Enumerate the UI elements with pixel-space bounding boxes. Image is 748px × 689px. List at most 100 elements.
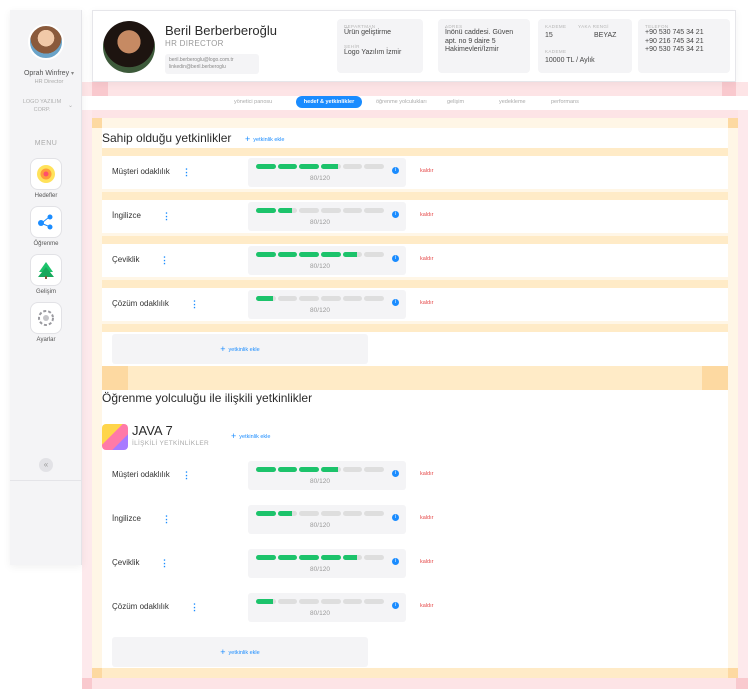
sidebar-item-ayarlar[interactable]: Ayarlar: [28, 302, 64, 343]
sidebar-item-ogrenme[interactable]: Öğrenme: [28, 206, 64, 247]
progress-segment: [364, 296, 385, 301]
competency-row: Çeviklik ⋮ 80/120 i kaldır: [102, 547, 728, 580]
tab-yedekleme[interactable]: yedekleme: [499, 99, 526, 105]
info-icon[interactable]: i: [392, 211, 399, 218]
progress-score: 80/120: [310, 263, 330, 270]
kebab-icon[interactable]: ⋮: [162, 210, 171, 222]
progress-score: 80/120: [310, 522, 330, 529]
sidebar-item-label: Hedefler: [34, 193, 58, 199]
progress-segment: [364, 599, 385, 604]
kebab-icon[interactable]: ⋮: [182, 469, 191, 481]
progress-segment: [256, 208, 276, 213]
phone-3[interactable]: +90 530 745 34 21: [645, 46, 723, 55]
competency-name: İngilizce: [112, 211, 141, 220]
collar-value: BEYAZ: [594, 32, 617, 39]
remove-link[interactable]: kaldır: [420, 603, 433, 609]
info-icon[interactable]: i: [392, 255, 399, 262]
progress-segment: [256, 599, 276, 604]
add-competency-label: yetkinlik ekle: [228, 347, 260, 353]
progress-segment: [299, 208, 320, 213]
kebab-icon[interactable]: ⋮: [182, 166, 191, 178]
sidebar-item-gelisim[interactable]: Gelişim: [28, 254, 64, 295]
tab-ogrenme-yolculuklari[interactable]: öğrenme yolculukları: [376, 99, 427, 105]
kebab-icon[interactable]: ⋮: [160, 254, 169, 266]
progress-bar: [256, 511, 385, 516]
address-value: İnönü caddesi. Güven apt. no 9 daire 5 H…: [445, 29, 514, 53]
progress-segment: [364, 164, 385, 169]
profile-linkedin[interactable]: linkedin@beril.berberoglu: [169, 64, 255, 71]
sidebar-item-hedefler[interactable]: Hedefler: [28, 158, 64, 199]
progress-score: 80/120: [310, 566, 330, 573]
progress-segment: [321, 599, 341, 604]
remove-link[interactable]: kaldır: [420, 559, 433, 565]
sidebar-item-label: Gelişim: [35, 289, 56, 295]
phone-2[interactable]: +90 216 745 34 21: [645, 38, 723, 47]
add-competency-label: yetkinlik ekle: [228, 650, 260, 656]
info-icon[interactable]: i: [392, 299, 399, 306]
plus-icon: +: [231, 431, 237, 441]
info-icon[interactable]: i: [392, 167, 399, 174]
remove-link[interactable]: kaldır: [420, 256, 433, 262]
tab-performans[interactable]: performans: [551, 99, 579, 105]
kebab-icon[interactable]: ⋮: [190, 298, 199, 310]
info-icon[interactable]: i: [392, 470, 399, 477]
progress-bar: [256, 555, 385, 560]
salary-label: KADEME: [545, 49, 567, 54]
profile-email[interactable]: beril.berberoglu@logo.com.tr: [169, 57, 255, 64]
department-card: DEPARTMAN Ürün geliştirme ŞEHİR Logo Yaz…: [337, 19, 423, 73]
progress-segment: [299, 555, 320, 560]
add-competency-box[interactable]: + yetkinlik ekle: [112, 334, 368, 364]
kebab-icon[interactable]: ⋮: [190, 601, 199, 613]
add-competency-box[interactable]: + yetkinlik ekle: [112, 637, 368, 667]
plus-icon: +: [245, 134, 251, 144]
kebab-icon[interactable]: ⋮: [162, 513, 171, 525]
remove-link[interactable]: kaldır: [420, 168, 433, 174]
info-icon[interactable]: i: [392, 602, 399, 609]
phone-1[interactable]: +90 530 745 34 21: [645, 29, 723, 38]
course-subtitle: İLİŞKİLİ YETKİNLİKLER: [132, 440, 209, 447]
guide-band-bottom-left: [82, 678, 92, 689]
progress-segment: [342, 296, 363, 301]
sidebar: Oprah Winfrey ▾ HR Director LOGO YAZILIM…: [10, 10, 82, 565]
profile-avatar: [103, 21, 155, 73]
org-selector[interactable]: LOGO YAZILIM CORP.: [20, 98, 64, 114]
kebab-icon[interactable]: ⋮: [160, 557, 169, 569]
progress-bar: [256, 208, 385, 213]
app-root: Oprah Winfrey ▾ HR Director LOGO YAZILIM…: [0, 0, 748, 689]
profile-contact: beril.berberoglu@logo.com.tr linkedin@be…: [165, 54, 259, 74]
add-competency-link[interactable]: + yetkinlik ekle: [231, 431, 270, 441]
competency-row: İngilizce ⋮ 80/120 i kaldır: [102, 503, 728, 536]
progress-segment: [299, 296, 320, 301]
progress-segment: [342, 252, 363, 257]
guide-strip-7: [92, 668, 738, 678]
info-icon[interactable]: i: [392, 558, 399, 565]
tab-hedef-yetkinlikler[interactable]: hedef & yetkinlikler: [296, 96, 362, 108]
add-competency-link[interactable]: + yetkinlik ekle: [245, 134, 284, 144]
progress-segment: [364, 467, 385, 472]
remove-link[interactable]: kaldır: [420, 515, 433, 521]
progress-bar: [256, 467, 385, 472]
progress-box: 80/120: [248, 461, 406, 490]
avatar[interactable]: [28, 24, 64, 60]
progress-segment: [256, 511, 276, 516]
chevron-down-icon[interactable]: ⌄: [68, 102, 73, 109]
tab-gelisim[interactable]: gelişim: [447, 99, 464, 105]
guide-band-left: [82, 110, 92, 678]
progress-score: 80/120: [310, 219, 330, 226]
level-label: KADEME: [545, 24, 567, 29]
progress-segment: [277, 252, 298, 257]
user-menu[interactable]: Oprah Winfrey ▾: [14, 70, 84, 77]
progress-segment: [299, 164, 320, 169]
collapse-sidebar-button[interactable]: «: [39, 458, 53, 472]
tab-yonetici-panosu[interactable]: yönetici panosu: [234, 99, 272, 105]
competency-name: Müşteri odaklılık: [112, 470, 170, 479]
progress-segment: [321, 164, 341, 169]
sidebar-item-label: Ayarlar: [36, 337, 56, 343]
progress-segment: [277, 208, 298, 213]
remove-link[interactable]: kaldır: [420, 212, 433, 218]
plus-icon: +: [220, 344, 226, 354]
progress-segment: [342, 511, 363, 516]
remove-link[interactable]: kaldır: [420, 471, 433, 477]
remove-link[interactable]: kaldır: [420, 300, 433, 306]
info-icon[interactable]: i: [392, 514, 399, 521]
